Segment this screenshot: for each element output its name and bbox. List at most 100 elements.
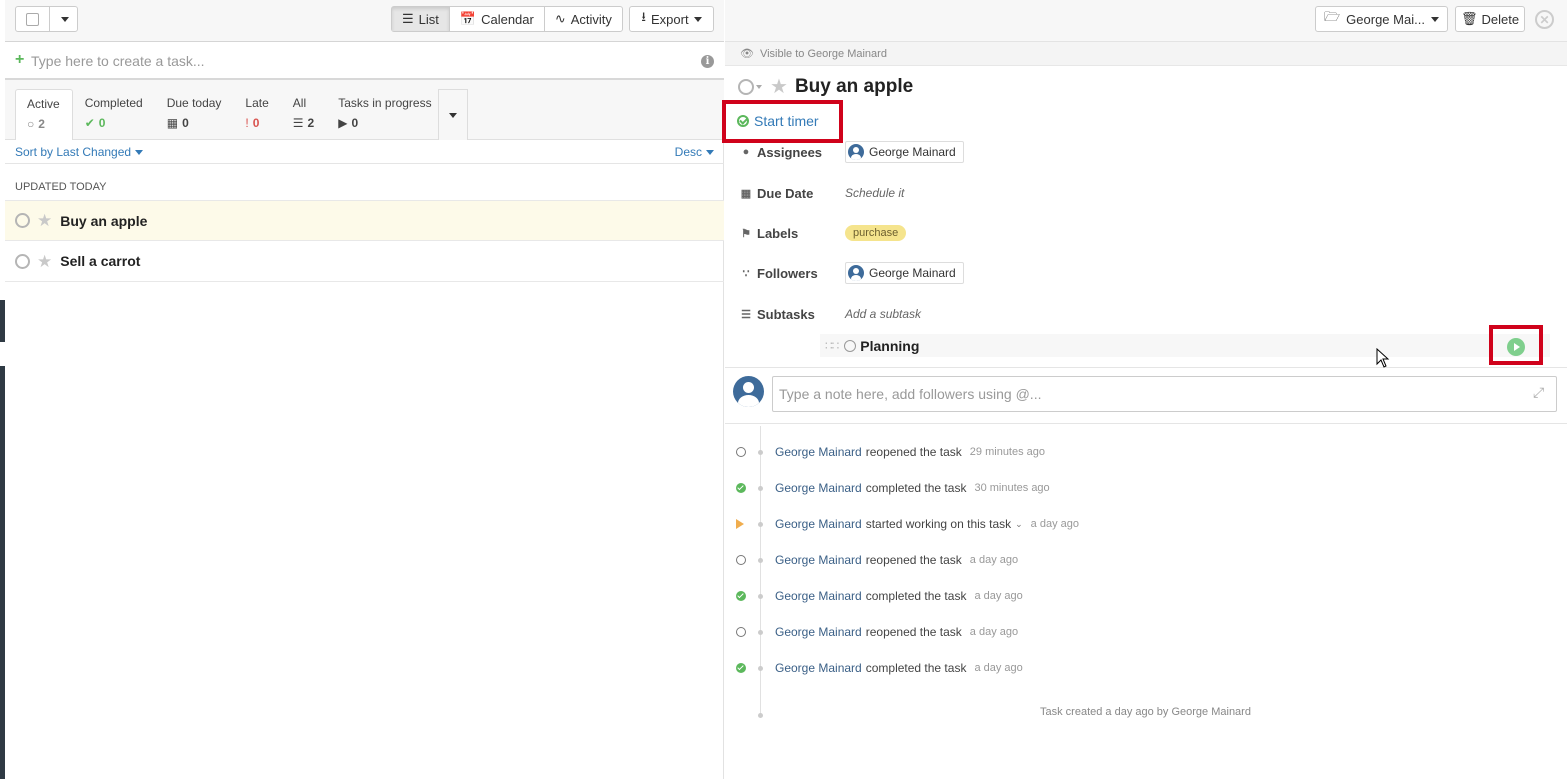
- subtask-item[interactable]: ∷∷ Planning: [820, 334, 1550, 357]
- project-label: George Mai...: [1346, 11, 1425, 27]
- export-button[interactable]: ⭳ Export: [629, 6, 714, 32]
- activity-item: George Mainard completed the task a day ag…: [725, 586, 1567, 606]
- activity-text: George Mainard reopened the task a day ago: [775, 553, 1018, 567]
- star-icon[interactable]: ★: [770, 77, 788, 97]
- list-icon: ☰: [402, 11, 414, 26]
- task-status-toggle[interactable]: [738, 79, 754, 95]
- avatar: [848, 144, 864, 160]
- completed-icon: [736, 483, 746, 493]
- list-indent-icon: ☰: [741, 308, 751, 321]
- follower-chip[interactable]: George Mainard: [845, 262, 964, 284]
- subtask-complete-toggle[interactable]: [844, 339, 857, 352]
- filter-count-value: 0: [182, 116, 189, 130]
- note-input[interactable]: [772, 376, 1557, 412]
- expand-icon[interactable]: ⤢: [1533, 384, 1544, 401]
- assignee-chip[interactable]: George Mainard: [845, 141, 964, 163]
- timeline-dot: [758, 666, 763, 671]
- delete-button[interactable]: 🗑 Delete: [1455, 6, 1525, 32]
- list-view-button[interactable]: ☰ List: [392, 7, 450, 31]
- task-title: Sell a carrot: [60, 253, 141, 269]
- mouse-cursor-icon: [1376, 348, 1390, 368]
- activity-user[interactable]: George Mainard: [775, 589, 862, 603]
- activity-user[interactable]: George Mainard: [775, 481, 862, 495]
- sort-dropdown[interactable]: Sort by Last Changed: [15, 145, 144, 159]
- timeline-dot: [758, 450, 763, 455]
- subtasks-label: ☰ Subtasks: [740, 307, 845, 322]
- bulk-actions-dropdown[interactable]: [51, 7, 78, 31]
- activity-time: a day ago: [969, 554, 1019, 566]
- star-icon[interactable]: ★: [37, 212, 52, 229]
- timeline-dot: [758, 522, 763, 527]
- chevron-down-icon[interactable]: ⌄: [1015, 519, 1023, 530]
- labels-label: ⚑ Labels: [740, 226, 845, 241]
- subtask-start-timer-button[interactable]: [1507, 338, 1525, 356]
- filter-tabs: Active ○ 2 Completed ✔ 0 Due today ▦ 0 Late…: [15, 89, 444, 140]
- divider: [725, 367, 1567, 368]
- filter-tab-late[interactable]: Late ! 0: [233, 89, 280, 140]
- task-list-panel: ☰ List 📅 Calendar ∿ Activity ⭳ Export + …: [5, 0, 724, 779]
- user-icon: ●: [742, 146, 750, 158]
- activity-view-label: Activity: [570, 11, 612, 27]
- sort-order-label: Desc: [674, 145, 702, 159]
- activity-item: George Mainard reopened the task 29 minute…: [725, 442, 1567, 462]
- filter-tab-completed[interactable]: Completed ✔ 0: [73, 89, 155, 140]
- activity-time: a day ago: [1030, 518, 1079, 530]
- info-icon[interactable]: i: [701, 55, 714, 68]
- chevron-down-icon: [135, 149, 144, 155]
- task-row[interactable]: ★ Sell a carrot: [5, 241, 724, 282]
- export-label: Export: [650, 11, 689, 27]
- activity-user[interactable]: George Mainard: [775, 625, 862, 639]
- start-timer-button[interactable]: Start timer: [737, 113, 819, 129]
- star-icon[interactable]: ★: [37, 253, 52, 270]
- activity-item: George Mainard started working on this ta…: [725, 514, 1567, 534]
- assignee-name: George Mainard: [869, 145, 956, 159]
- close-icon[interactable]: ✕: [1535, 10, 1554, 29]
- activity-action: completed the task: [865, 589, 967, 603]
- task-complete-toggle[interactable]: [15, 213, 30, 228]
- play-icon: ▶: [338, 116, 348, 130]
- rss-icon: ∵: [742, 267, 750, 280]
- avatar: [848, 265, 864, 281]
- check-icon: ✔: [84, 116, 95, 130]
- reopened-icon: [736, 627, 746, 637]
- add-subtask-input[interactable]: Add a subtask: [845, 307, 921, 321]
- sort-order-dropdown[interactable]: Desc: [675, 145, 714, 159]
- calendar-view-button[interactable]: 📅 Calendar: [450, 7, 545, 31]
- visibility-row: 👁 Visible to George Mainard: [725, 42, 1567, 66]
- filter-tab-in-progress[interactable]: Tasks in progress ▶ 0: [326, 89, 443, 140]
- select-all-checkbox[interactable]: [16, 7, 50, 31]
- activity-icon: ∿: [554, 11, 566, 26]
- label-tag[interactable]: purchase: [845, 225, 907, 241]
- project-dropdown[interactable]: 🗁 George Mai...: [1315, 6, 1448, 32]
- activity-user[interactable]: George Mainard: [775, 661, 862, 675]
- task-heading[interactable]: Buy an apple: [795, 76, 913, 98]
- timeline-dot: [758, 558, 763, 563]
- activity-view-button[interactable]: ∿ Activity: [545, 7, 622, 31]
- activity-user[interactable]: George Mainard: [775, 445, 862, 459]
- subtask-title: Planning: [860, 337, 920, 354]
- more-filters-button[interactable]: [438, 89, 468, 140]
- chevron-down-icon: [1430, 16, 1439, 22]
- timer-check-icon: [737, 115, 749, 127]
- chevron-down-icon[interactable]: [756, 85, 762, 89]
- filter-tab-all[interactable]: All ☰ 2: [281, 89, 326, 140]
- schedule-link[interactable]: Schedule it: [845, 186, 904, 200]
- activity-user[interactable]: George Mainard: [775, 553, 862, 567]
- activity-text: George Mainard completed the task a day ag…: [775, 661, 1023, 675]
- due-date-row: ▦ Due Date Schedule it: [740, 182, 905, 204]
- list-toolbar: ☰ List 📅 Calendar ∿ Activity ⭳ Export: [5, 0, 724, 42]
- activity-text: George Mainard completed the task 30 minut…: [775, 481, 1050, 495]
- list-icon: ☰: [292, 116, 304, 130]
- activity-item: George Mainard reopened the task a day ago: [725, 622, 1567, 642]
- create-task-input[interactable]: [29, 50, 689, 72]
- task-row[interactable]: ★ Buy an apple: [5, 200, 724, 241]
- activity-user[interactable]: George Mainard: [775, 517, 862, 531]
- filter-tab-active[interactable]: Active ○ 2: [15, 89, 73, 140]
- drag-handle-icon[interactable]: ∷∷: [825, 339, 839, 353]
- subtasks-row: ☰ Subtasks Add a subtask: [740, 303, 921, 325]
- calendar-icon: ▦: [740, 187, 752, 200]
- filter-tab-due-today[interactable]: Due today ▦ 0: [155, 89, 234, 140]
- divider: [725, 423, 1567, 424]
- task-complete-toggle[interactable]: [15, 253, 30, 269]
- bulk-select-group: [15, 6, 78, 32]
